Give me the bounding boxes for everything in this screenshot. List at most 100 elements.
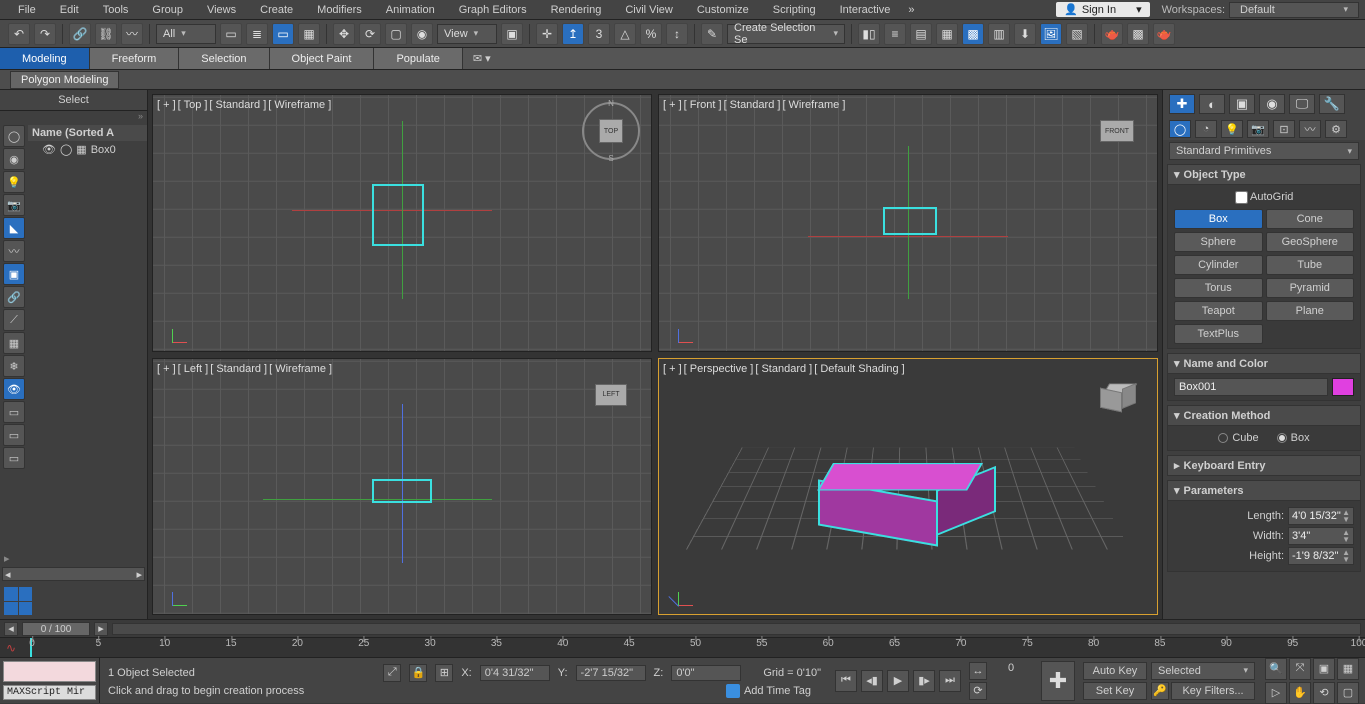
menu-civilview[interactable]: Civil View xyxy=(613,0,684,20)
maxscript-listener[interactable]: MAXScript Mir xyxy=(0,658,100,703)
window-crossing-button[interactable]: ▦ xyxy=(298,23,320,45)
menu-modifiers[interactable]: Modifiers xyxy=(305,0,374,20)
rollout-keyboard-entry[interactable]: ▸Keyboard Entry xyxy=(1167,455,1361,476)
viewport-label[interactable]: [ + ][ Top ][ Standard ][ Wireframe ] xyxy=(157,99,333,111)
height-spinner[interactable]: -1'9 8/32"▲▼ xyxy=(1288,547,1354,565)
systems-subtab[interactable]: ⚙ xyxy=(1325,120,1347,138)
edit-named-sel-button[interactable]: ✎ xyxy=(701,23,723,45)
viewport-perspective[interactable]: [ + ][ Perspective ][ Standard ][ Defaul… xyxy=(658,358,1158,616)
autokey-button[interactable]: Auto Key xyxy=(1083,662,1147,680)
schematic-view-button[interactable]: ▥ xyxy=(988,23,1010,45)
snap-toggle-button[interactable]: 3 xyxy=(588,23,610,45)
display-tab[interactable]: 🖵 xyxy=(1289,94,1315,114)
rotate-button[interactable]: ⟳ xyxy=(359,23,381,45)
orbit-button[interactable]: ⟲ xyxy=(1313,682,1335,704)
ribbon-tab-freeform[interactable]: Freeform xyxy=(90,48,180,69)
primitive-sphere-button[interactable]: Sphere xyxy=(1174,232,1263,252)
menu-views[interactable]: Views xyxy=(195,0,248,20)
time-slider-handle[interactable]: 0 / 100 xyxy=(22,622,90,636)
motion-tab[interactable]: ◉ xyxy=(1259,94,1285,114)
rollout-parameters[interactable]: ▾Parameters xyxy=(1167,480,1361,501)
shapes-subtab[interactable]: ◔ xyxy=(1195,120,1217,138)
placement-button[interactable]: ◉ xyxy=(411,23,433,45)
primitive-plane-button[interactable]: Plane xyxy=(1266,301,1355,321)
pivot-center-button[interactable]: ▣ xyxy=(501,23,523,45)
time-slider-next[interactable]: ▸ xyxy=(94,622,108,636)
next-frame-button[interactable]: ▮▸ xyxy=(913,670,935,692)
y-coord-input[interactable]: -2'7 15/32" xyxy=(576,665,646,681)
rollout-creation-method[interactable]: ▾Creation Method xyxy=(1167,405,1361,426)
autogrid-checkbox[interactable]: AutoGrid xyxy=(1235,191,1294,203)
move-button[interactable]: ✥ xyxy=(333,23,355,45)
curve-editor-button[interactable]: ▩ xyxy=(962,23,984,45)
filter-shapes-icon[interactable]: ◉ xyxy=(3,148,25,170)
viewport-label[interactable]: [ + ][ Left ][ Standard ][ Wireframe ] xyxy=(157,363,334,375)
fov-button[interactable]: ▷ xyxy=(1265,682,1287,704)
absolute-relative-toggle[interactable]: ⊞ xyxy=(435,664,453,682)
mirror-button[interactable]: ▮▯ xyxy=(858,23,880,45)
keyboard-shortcut-toggle[interactable]: ↥ xyxy=(562,23,584,45)
filter-spacewarps-icon[interactable]: 〰 xyxy=(3,240,25,262)
viewport-top[interactable]: [ + ][ Top ][ Standard ][ Wireframe ] NS… xyxy=(152,94,652,352)
menu-edit[interactable]: Edit xyxy=(48,0,91,20)
zoom-all-button[interactable]: ⤧ xyxy=(1289,658,1311,680)
manipulate-button[interactable]: ✛ xyxy=(536,23,558,45)
filter-helpers-icon[interactable]: ◣ xyxy=(3,217,25,239)
scene-explorer-hscroll[interactable]: ◂▸ xyxy=(2,567,145,581)
percent-snap-button[interactable]: % xyxy=(640,23,662,45)
filter-groups-icon[interactable]: ▣ xyxy=(3,263,25,285)
viewport-left[interactable]: [ + ][ Left ][ Standard ][ Wireframe ] L… xyxy=(152,358,652,616)
filter-xrefs-icon[interactable]: 🔗 xyxy=(3,286,25,308)
menu-grapheditors[interactable]: Graph Editors xyxy=(447,0,539,20)
viewport-label[interactable]: [ + ][ Front ][ Standard ][ Wireframe ] xyxy=(663,99,847,111)
toggle-ribbon-button[interactable]: ▦ xyxy=(936,23,958,45)
signin-button[interactable]: 👤 Sign In ▾ xyxy=(1056,2,1149,17)
ref-coord-dropdown[interactable]: View▾ xyxy=(437,24,497,44)
scene-explorer-column-header[interactable]: Name (Sorted A xyxy=(28,125,147,141)
menu-group[interactable]: Group xyxy=(140,0,195,20)
viewport-layout-button[interactable] xyxy=(4,587,32,615)
render-frame-button[interactable]: ▧ xyxy=(1066,23,1088,45)
unlink-button[interactable]: ⛓ xyxy=(95,23,117,45)
render-iterative-button[interactable]: ▩ xyxy=(1127,23,1149,45)
maxscript-output[interactable] xyxy=(3,661,96,682)
primitive-torus-button[interactable]: Torus xyxy=(1174,278,1263,298)
hierarchy-tab[interactable]: ▣ xyxy=(1229,94,1255,114)
freeze-icon[interactable]: ◯ xyxy=(60,143,72,156)
key-filters-icon[interactable]: 🔑 xyxy=(1151,682,1169,700)
setkey-button[interactable]: Set Key xyxy=(1083,682,1147,700)
redo-button[interactable]: ↷ xyxy=(34,23,56,45)
lights-subtab[interactable]: 💡 xyxy=(1221,120,1243,138)
filter-geometry-icon[interactable]: ◯ xyxy=(3,125,25,147)
ribbon-tab-populate[interactable]: Populate xyxy=(374,48,462,69)
primitive-pyramid-button[interactable]: Pyramid xyxy=(1266,278,1355,298)
viewport-label[interactable]: [ + ][ Perspective ][ Standard ][ Defaul… xyxy=(663,363,907,375)
width-spinner[interactable]: 3'4"▲▼ xyxy=(1288,527,1354,545)
filter-cameras-icon[interactable]: 📷 xyxy=(3,194,25,216)
render-activeshade-button[interactable]: 🫖 xyxy=(1153,23,1175,45)
key-filters-button[interactable]: Key Filters... xyxy=(1171,682,1255,700)
goto-end-button[interactable]: ⏭ xyxy=(939,670,961,692)
filter-frozen-icon[interactable]: ❄ xyxy=(3,355,25,377)
current-frame-input[interactable]: 0 xyxy=(989,662,1033,680)
zoom-extents-all-button[interactable]: ▦ xyxy=(1337,658,1359,680)
menu-file[interactable]: File xyxy=(6,0,48,20)
scene-explorer-item[interactable]: 👁 ◯ ▦ Box0 xyxy=(28,141,147,158)
select-object-button[interactable]: ▭ xyxy=(220,23,242,45)
link-button[interactable]: 🔗 xyxy=(69,23,91,45)
filter-container-icon[interactable]: ▦ xyxy=(3,332,25,354)
menu-rendering[interactable]: Rendering xyxy=(539,0,614,20)
viewcube-front[interactable]: FRONT xyxy=(1087,101,1147,161)
menu-interactive[interactable]: Interactive xyxy=(828,0,903,20)
mini-curve-editor-icon[interactable]: ∿ xyxy=(6,641,22,655)
track-bar-ruler[interactable]: 0510152025303540455055606570758085909510… xyxy=(30,638,1359,657)
maxscript-input[interactable]: MAXScript Mir xyxy=(3,685,96,700)
key-mode-toggle[interactable]: ↔ xyxy=(969,662,987,680)
ribbon-tab-modeling[interactable]: Modeling xyxy=(0,48,90,69)
ribbon-mail-icon[interactable]: ✉ ▾ xyxy=(473,48,491,69)
menu-create[interactable]: Create xyxy=(248,0,305,20)
viewport-front[interactable]: [ + ][ Front ][ Standard ][ Wireframe ] … xyxy=(658,94,1158,352)
category-dropdown[interactable]: Standard Primitives▾ xyxy=(1169,142,1359,160)
time-config-button[interactable]: ⟳ xyxy=(969,682,987,700)
eye-icon[interactable]: 👁 xyxy=(42,143,56,156)
